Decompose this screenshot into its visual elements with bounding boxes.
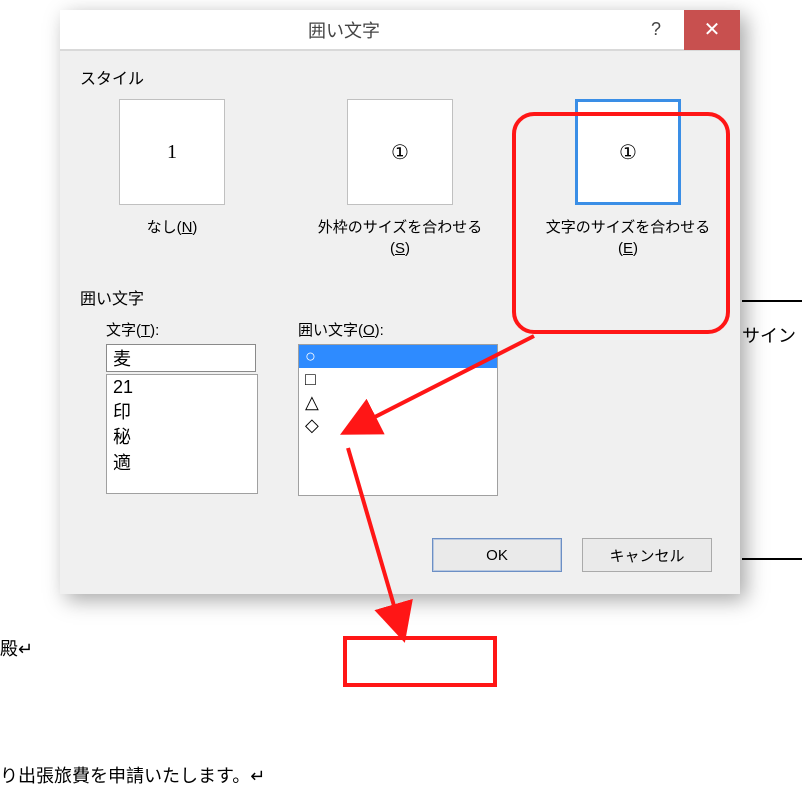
char-listbox[interactable]: 21 印 秘 適 — [106, 374, 258, 494]
ok-button[interactable]: OK — [432, 538, 562, 572]
list-item[interactable]: 秘 — [107, 425, 257, 450]
annotation-ok-highlight — [343, 636, 497, 687]
annotation-style-highlight — [512, 112, 730, 334]
help-button[interactable]: ? — [628, 10, 684, 50]
button-row: OK キャンセル — [78, 538, 722, 572]
enclosure-column: 囲い文字(O): ○ □ △ ◇ — [298, 315, 498, 496]
list-item[interactable]: ○ — [299, 345, 497, 368]
list-item[interactable]: 印 — [107, 400, 257, 425]
style-section-label: スタイル — [78, 63, 722, 91]
dialog-titlebar: 囲い文字 ? ✕ — [60, 10, 740, 50]
style-preview-none: 1 — [119, 99, 225, 205]
cancel-button[interactable]: キャンセル — [582, 538, 712, 572]
style-caption-shrink: 外枠のサイズを合わせる(S) — [310, 217, 490, 259]
dialog-title: 囲い文字 — [60, 17, 628, 43]
close-button[interactable]: ✕ — [684, 10, 740, 50]
doc-sign-cell: サイン — [742, 300, 802, 560]
enclosure-label: 囲い文字(O): — [298, 315, 498, 344]
doc-text-body: り出張旅費を申請いたします。↵ — [0, 762, 265, 788]
style-caption-none: なし(N) — [147, 217, 198, 238]
style-option-shrink[interactable]: ① 外枠のサイズを合わせる(S) — [310, 99, 490, 259]
doc-text-dono: 殿↵ — [0, 635, 33, 661]
list-item[interactable]: △ — [299, 391, 497, 414]
list-item[interactable]: □ — [299, 368, 497, 391]
char-column: 文字(T): 21 印 秘 適 — [106, 315, 258, 496]
char-label: 文字(T): — [106, 315, 258, 344]
char-input[interactable] — [106, 344, 256, 372]
list-item[interactable]: ◇ — [299, 414, 497, 437]
style-preview-shrink: ① — [347, 99, 453, 205]
list-item[interactable]: 適 — [107, 451, 257, 476]
enclosure-listbox[interactable]: ○ □ △ ◇ — [298, 344, 498, 496]
style-option-none[interactable]: 1 なし(N) — [82, 99, 262, 259]
list-item[interactable]: 21 — [107, 375, 257, 400]
